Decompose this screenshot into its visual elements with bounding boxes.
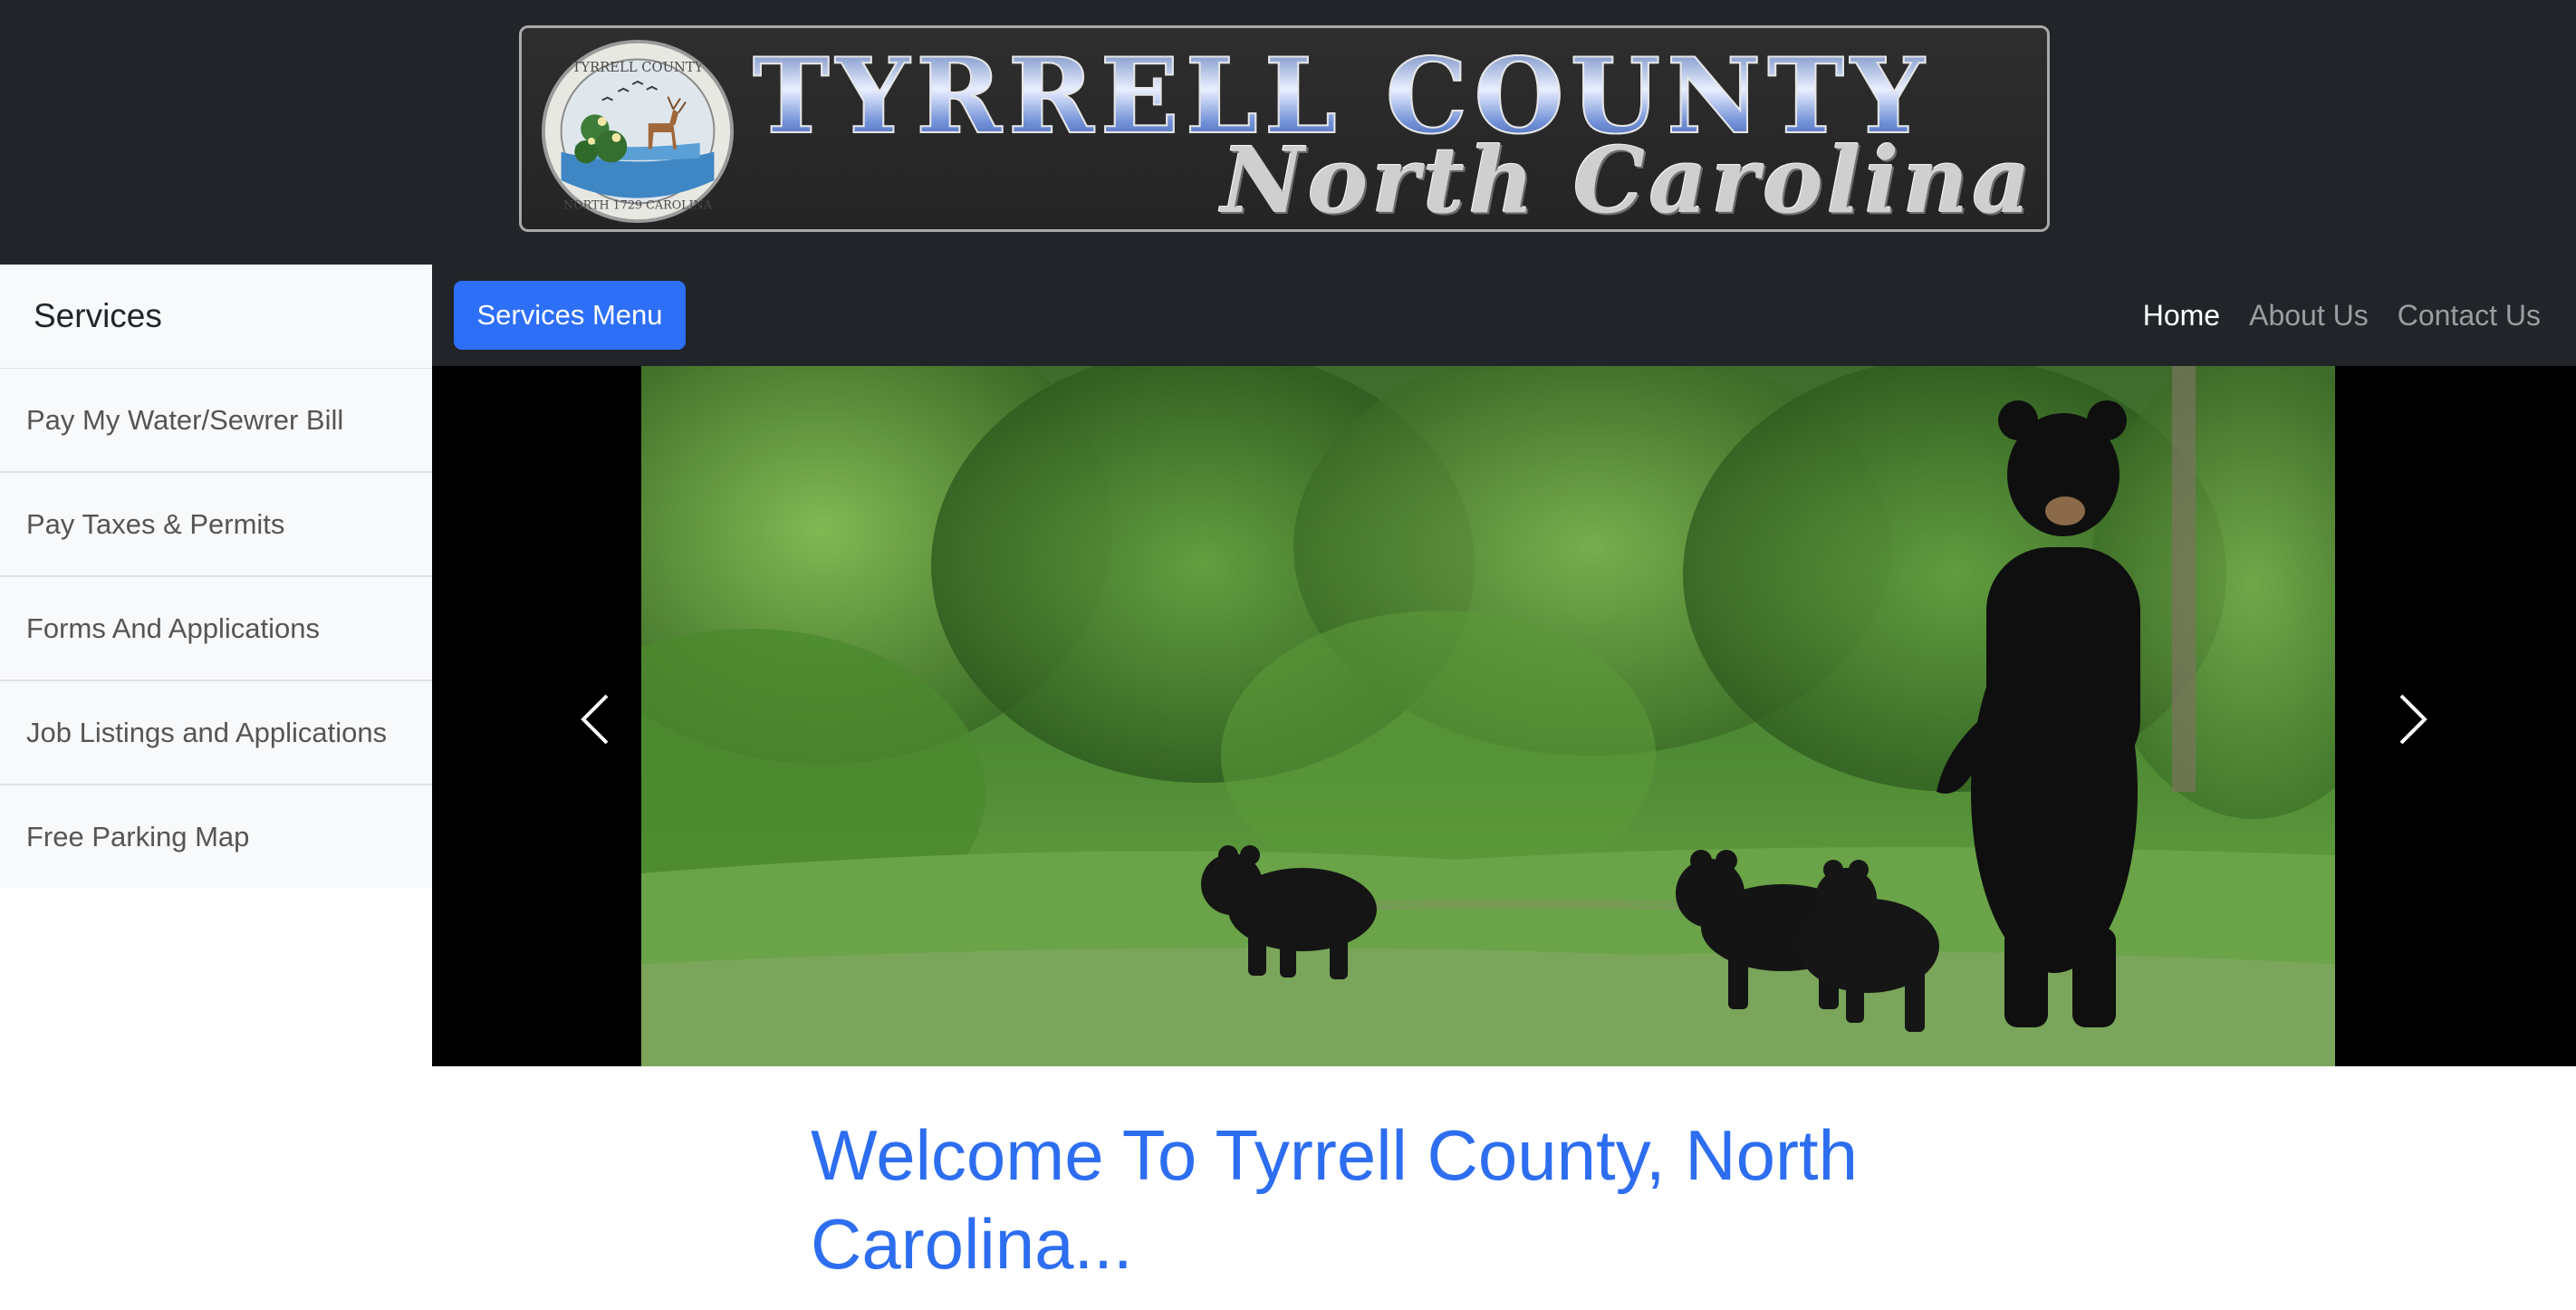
nav-link-home[interactable]: Home bbox=[2143, 299, 2220, 332]
sidebar-heading: Services bbox=[0, 265, 432, 369]
county-banner[interactable]: TYRRELL COUNTY NORTH 1729 CAROLINA TYRRE… bbox=[519, 25, 2050, 232]
sidebar-item-pay-water-sewer-bill[interactable]: Pay My Water/Sewrer Bill bbox=[0, 369, 432, 473]
chevron-right-icon bbox=[2399, 694, 2427, 745]
svg-text:NORTH 1729 CAROLINA: NORTH 1729 CAROLINA bbox=[563, 198, 713, 212]
sidebar-item-free-parking-map[interactable]: Free Parking Map bbox=[0, 785, 432, 888]
services-sidebar: Services Pay My Water/Sewrer Bill Pay Ta… bbox=[0, 265, 432, 888]
svg-text:TYRRELL COUNTY: TYRRELL COUNTY bbox=[572, 60, 704, 75]
county-seal-logo: TYRRELL COUNTY NORTH 1729 CAROLINA bbox=[541, 39, 735, 224]
sidebar-item-forms-applications[interactable]: Forms And Applications bbox=[0, 577, 432, 681]
sidebar-item-job-listings[interactable]: Job Listings and Applications bbox=[0, 681, 432, 785]
services-menu-button[interactable]: Services Menu bbox=[454, 281, 686, 350]
top-navbar: Services Menu Home About Us Contact Us bbox=[432, 265, 2576, 366]
site-header: TYRRELL COUNTY NORTH 1729 CAROLINA TYRRE… bbox=[0, 0, 2576, 265]
welcome-heading: Welcome To Tyrrell County, North Carolin… bbox=[811, 1115, 1858, 1284]
chevron-left-icon bbox=[581, 694, 609, 745]
carousel-next-button[interactable] bbox=[2359, 656, 2467, 783]
nav-links: Home About Us Contact Us bbox=[2143, 265, 2541, 366]
carousel-prev-button[interactable] bbox=[541, 656, 649, 783]
banner-subtitle: North Carolina bbox=[1221, 127, 2034, 232]
sidebar-item-pay-taxes-permits[interactable]: Pay Taxes & Permits bbox=[0, 473, 432, 577]
carousel-slide-bear-image bbox=[641, 366, 2335, 1066]
nav-link-contact-us[interactable]: Contact Us bbox=[2398, 299, 2541, 332]
nav-link-about-us[interactable]: About Us bbox=[2249, 299, 2369, 332]
hero-carousel bbox=[432, 366, 2576, 1066]
